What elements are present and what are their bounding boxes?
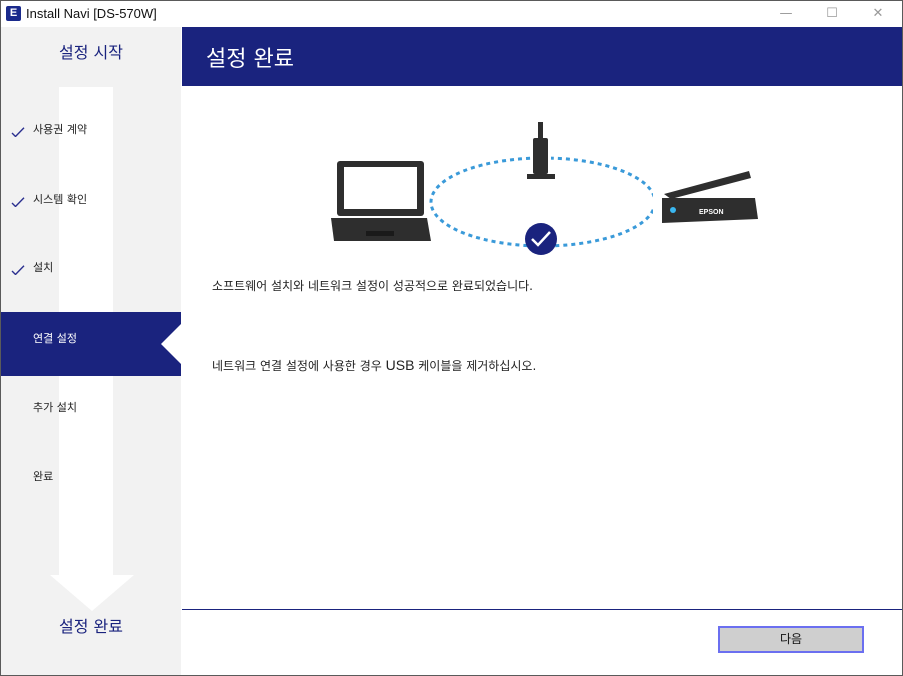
progress-sidebar: 설정 시작 사용권 계약 시스템 확인 설치 연결 설정 추가 설치 완료 설정… bbox=[1, 27, 181, 675]
window-title: Install Navi [DS-570W] bbox=[26, 6, 157, 21]
step-label: 설치 bbox=[33, 261, 54, 274]
usb-message-part: 네트워크 연결 설정에 사용한 경우 bbox=[212, 359, 386, 373]
step-connection-setup: 연결 설정 bbox=[1, 312, 181, 376]
step-label: 연결 설정 bbox=[33, 332, 77, 345]
page-header: 설정 완료 bbox=[182, 27, 902, 86]
setup-start-label: 설정 시작 bbox=[59, 43, 123, 62]
title-bar: E Install Navi [DS-570W] — ☐ ✕ bbox=[1, 1, 902, 27]
laptop-icon bbox=[331, 161, 431, 241]
next-button[interactable]: 다음 bbox=[718, 626, 864, 653]
step-label: 추가 설치 bbox=[33, 401, 77, 414]
scanner-icon: EPSON bbox=[653, 160, 758, 230]
scanner-brand-label: EPSON bbox=[699, 209, 724, 216]
remove-usb-message: 네트워크 연결 설정에 사용한 경우 USB 케이블을 제거하십시오. bbox=[212, 357, 536, 374]
step-license-agreement: 사용권 계약 bbox=[1, 111, 181, 145]
checkmark-icon bbox=[11, 127, 25, 137]
usb-message-part: 케이블을 제거하십시오. bbox=[414, 359, 537, 373]
installer-window: E Install Navi [DS-570W] — ☐ ✕ 설정 시작 사용권… bbox=[0, 0, 903, 676]
step-system-check: 시스템 확인 bbox=[1, 181, 181, 215]
footer-divider bbox=[182, 609, 902, 610]
step-complete: 완료 bbox=[1, 458, 181, 492]
step-label: 완료 bbox=[33, 470, 54, 483]
epson-app-icon: E bbox=[6, 6, 21, 21]
current-step-pointer-icon bbox=[161, 324, 181, 364]
step-label: 사용권 계약 bbox=[33, 123, 88, 136]
minimize-button[interactable]: — bbox=[763, 1, 809, 27]
checkmark-icon bbox=[11, 197, 25, 207]
router-icon bbox=[527, 122, 555, 179]
step-install: 설치 bbox=[1, 249, 181, 283]
success-check-icon bbox=[525, 223, 557, 255]
setup-end-label: 설정 완료 bbox=[59, 617, 123, 636]
maximize-button[interactable]: ☐ bbox=[809, 1, 855, 27]
step-label: 시스템 확인 bbox=[33, 193, 88, 206]
close-button[interactable]: ✕ bbox=[855, 1, 901, 27]
page-title: 설정 완료 bbox=[206, 47, 294, 72]
connection-illustration: EPSON bbox=[331, 122, 758, 255]
progress-arrow-head-icon bbox=[50, 575, 134, 611]
step-additional-install: 추가 설치 bbox=[1, 389, 181, 423]
checkmark-icon bbox=[11, 265, 25, 275]
setup-success-message: 소프트웨어 설치와 네트워크 설정이 성공적으로 완료되었습니다. bbox=[212, 279, 533, 293]
usb-text: USB bbox=[385, 357, 415, 373]
